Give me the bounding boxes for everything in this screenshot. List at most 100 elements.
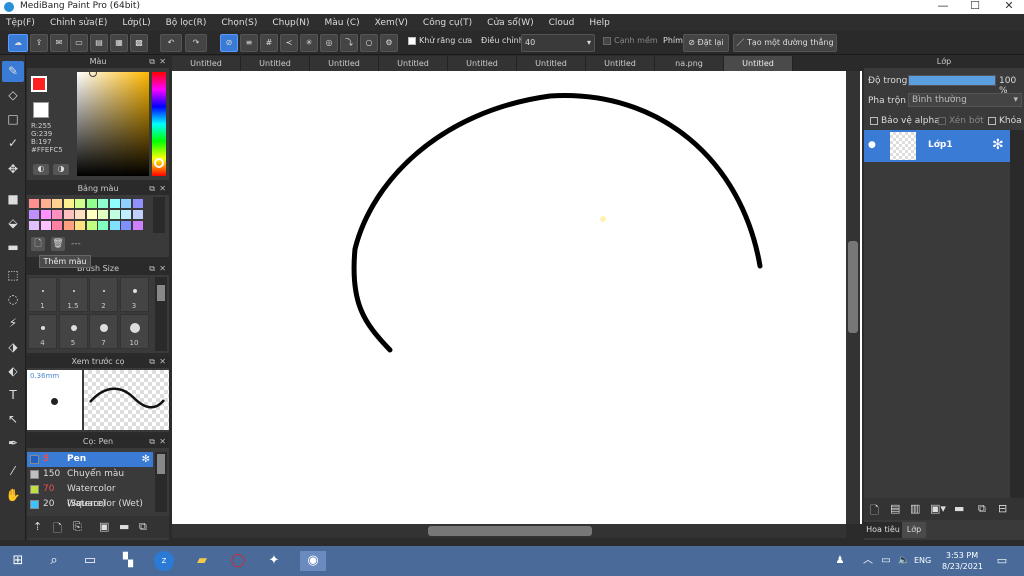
menu-tools[interactable]: Công cụ(T) [423,18,472,28]
cloud-icon[interactable]: ☁ [8,34,28,52]
color-wheel-icon[interactable]: ◐ [33,164,49,175]
brush-list-item[interactable]: 20 Watercolor (Wet) [27,497,153,512]
opacity-slider[interactable] [908,75,996,86]
brush-size-cell[interactable]: 4 [28,314,57,349]
medibang-taskbar-icon[interactable]: ◉ [300,551,326,571]
brush-settings-gear-icon[interactable]: ✻ [142,452,150,467]
menu-help[interactable]: Help [589,18,610,28]
grid-icon[interactable]: ▩ [130,34,148,52]
adjust-select[interactable]: 40 ▾ [521,34,595,52]
eyedropper-tool-icon[interactable]: ⁄ [2,461,24,482]
swatch-color[interactable] [121,221,131,230]
fill-rect-tool-icon[interactable]: ■ [2,189,24,210]
swatch-color[interactable] [132,210,143,219]
new-layer-icon[interactable]: 🗋 [870,502,879,521]
panel-icon[interactable]: ▦ [110,34,128,52]
swatch-color[interactable] [63,199,74,208]
snap-settings-icon[interactable]: ⚙ [380,34,398,52]
swatch-color[interactable] [63,210,74,219]
edge-soft-checkbox[interactable]: Cạnh mềm [603,36,658,45]
tab-untitled-3[interactable]: Untitled [310,56,379,71]
move-tool-icon[interactable]: ✥ [2,159,24,180]
close-button[interactable]: ✕ [994,0,1024,14]
menu-filter[interactable]: Bộ lọc(R) [166,18,207,28]
swatch-color[interactable] [132,199,143,208]
app-icon-palette[interactable]: ✦ [264,551,284,571]
panel-close-icon[interactable]: ✕ [159,56,166,68]
circle-snap-icon[interactable]: ◎ [320,34,338,52]
tab-na-png[interactable]: na.png [655,56,724,71]
curve-snap-icon[interactable]: ⤵ [340,34,358,52]
menu-edit[interactable]: Chỉnh sửa(E) [50,18,107,28]
menu-snap[interactable]: Chụp(N) [272,18,309,28]
tray-arrow-icon[interactable]: ︿ [858,551,878,571]
swatch-color[interactable] [132,221,143,230]
clock[interactable]: 3:53 PM 8/23/2021 [942,550,983,572]
brush-add-icon[interactable]: ⇡ [33,520,42,533]
brush-folder-icon[interactable]: ▬ [119,520,129,533]
undock-icon[interactable]: ⧉ [149,56,155,68]
panel-close-icon[interactable]: ✕ [159,436,166,448]
saturation-value-picker[interactable] [77,69,149,176]
menu-layer[interactable]: Lớp(L) [122,18,150,28]
dropper-tool-icon[interactable]: ✒ [2,433,24,454]
upload-icon[interactable]: ⇪ [30,34,48,52]
brush-edit-icon[interactable]: ▣ [99,520,109,533]
hue-slider[interactable] [152,72,166,176]
ellipse-snap-icon[interactable]: ○ [360,34,378,52]
brush-size-cell[interactable]: 10 [119,314,149,349]
tab-navigator[interactable]: Hoa tiêu [864,522,902,538]
swatch-color[interactable] [52,221,62,230]
maximize-button[interactable]: ☐ [960,0,990,14]
undo-icon[interactable]: ↶ [160,34,182,52]
layer-row[interactable]: ● Lớp1 ✻ [864,130,1010,162]
task-view-icon[interactable]: ▭ [80,551,100,571]
panel-close-icon[interactable]: ✕ [159,263,166,275]
bucket-tool-icon[interactable]: ⬙ [2,213,24,234]
swatch-color[interactable] [75,199,85,208]
brush-size-cell[interactable]: 7 [89,314,118,349]
reset-button[interactable]: ⊘ Đặt lại [683,34,729,52]
redo-icon[interactable]: ↷ [185,34,207,52]
undock-icon[interactable]: ⧉ [149,356,155,368]
tab-untitled-1[interactable]: Untitled [172,56,241,71]
lock-checkbox[interactable]: Khóa [988,116,1022,126]
network-icon[interactable]: ▭ [876,551,896,571]
swatch-color[interactable] [98,221,108,230]
menu-select[interactable]: Chọn(S) [221,18,257,28]
trash-icon[interactable]: 🗑 [51,237,65,251]
panel-close-icon[interactable]: ✕ [159,183,166,195]
swatch-color[interactable] [86,199,97,208]
canvas-horizontal-scrollbar[interactable] [172,524,846,538]
color-settings-icon[interactable]: ◑ [53,164,69,175]
brush-tool-icon[interactable]: ✎ [2,61,24,82]
swatch-color[interactable] [109,221,120,230]
brush-size-cell[interactable]: 1 [28,277,57,312]
layer-menu-icon[interactable]: ▣▾ [930,502,946,515]
swatch-color[interactable] [121,210,131,219]
menu-color[interactable]: Màu (C) [325,18,360,28]
select-rect-tool-icon[interactable]: ⬚ [2,265,24,286]
undock-icon[interactable]: ⧉ [149,183,155,195]
brush-new-icon[interactable]: 🗋 [53,520,62,539]
swatch-color[interactable] [40,210,51,219]
opera-icon[interactable]: ◯ [228,551,248,571]
add-swatch-icon[interactable]: 🗋 [31,237,45,251]
brush-duplicate-icon[interactable]: ⧉ [139,520,147,534]
brush-size-cell[interactable]: 1.5 [58,277,88,312]
brush-list-item[interactable]: 5 Pen ✻ [27,452,153,467]
tab-untitled-7[interactable]: Untitled [586,56,655,71]
new-8bit-layer-icon[interactable]: ▥ [910,502,920,515]
tab-untitled-active[interactable]: Untitled [724,56,793,71]
layer-folder-icon[interactable]: ▬ [954,502,964,515]
swatch-color[interactable] [109,199,120,208]
tab-untitled-2[interactable]: Untitled [241,56,310,71]
swatch-color[interactable] [63,221,74,230]
protect-alpha-checkbox[interactable]: Bảo vệ alpha [870,116,940,126]
brush-size-cell[interactable]: 3 [119,277,149,312]
lasso-tool-icon[interactable]: ◌ [2,289,24,310]
merge-layer-icon[interactable]: ⊟ [998,502,1007,515]
snap-off-icon[interactable]: ⊘ [220,34,238,52]
chat-icon[interactable]: ▭ [70,34,88,52]
blend-mode-select[interactable]: Bình thường ▾ [908,93,1022,107]
